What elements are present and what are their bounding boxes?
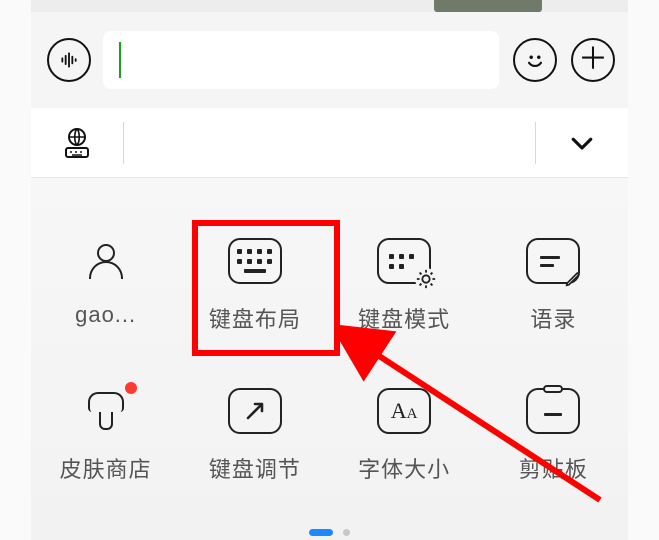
- grid-item-keyboard-layout[interactable]: 键盘布局: [180, 238, 329, 388]
- chevron-down-icon: [567, 128, 597, 158]
- chat-input-bar: ＋: [31, 12, 628, 108]
- grid-item-skin-store[interactable]: 皮肤商店: [31, 388, 180, 538]
- resize-icon: [228, 388, 282, 434]
- note-edit-icon: [526, 238, 580, 284]
- image-bubble: [434, 0, 542, 12]
- grid-item-label: 剪贴板: [519, 452, 588, 484]
- grid-item-account[interactable]: gao...: [31, 238, 180, 388]
- tool-grid: gao... 键盘布局: [31, 178, 628, 538]
- sound-waves-icon: [59, 50, 79, 70]
- smile-icon: [522, 47, 548, 73]
- chat-area-remnant: [31, 0, 628, 12]
- clipboard-icon: [526, 388, 580, 434]
- divider: [123, 122, 124, 164]
- page-indicator: [31, 529, 628, 536]
- grid-item-keyboard-mode[interactable]: 键盘模式: [330, 238, 479, 388]
- input-method-switch-button[interactable]: [31, 108, 123, 178]
- keyboard-toolbar: [31, 108, 628, 178]
- person-icon: [79, 238, 133, 284]
- grid-item-clipboard[interactable]: 剪贴板: [479, 388, 628, 538]
- grid-item-keyboard-adjust[interactable]: 键盘调节: [180, 388, 329, 538]
- keyboard-gear-icon: [377, 238, 431, 284]
- grid-item-quotes[interactable]: 语录: [479, 238, 628, 388]
- grid-item-label: 键盘模式: [358, 302, 450, 334]
- grid-item-label: 键盘调节: [209, 452, 301, 484]
- brush-icon: [79, 388, 133, 434]
- page-dot: [343, 529, 350, 536]
- more-actions-button[interactable]: ＋: [571, 38, 615, 82]
- grid-item-font-size[interactable]: AA 字体大小: [330, 388, 479, 538]
- collapse-toggle-button[interactable]: [536, 108, 628, 178]
- grid-item-label: gao...: [75, 302, 136, 328]
- grid-item-label: 键盘布局: [209, 302, 301, 334]
- grid-item-label: 字体大小: [358, 452, 450, 484]
- plus-icon: ＋: [578, 45, 608, 75]
- message-input[interactable]: [103, 31, 499, 89]
- grid-item-label: 皮肤商店: [60, 452, 152, 484]
- globe-keyboard-icon: [60, 126, 94, 160]
- grid-item-label: 语录: [530, 302, 576, 334]
- keyboard-settings-panel: gao... 键盘布局: [31, 178, 628, 540]
- emoji-button[interactable]: [513, 38, 557, 82]
- keyboard-dots-icon: [228, 238, 282, 284]
- badge-dot: [125, 382, 137, 394]
- page-dot-active: [309, 529, 333, 536]
- text-caret: [119, 42, 121, 78]
- font-size-icon: AA: [377, 388, 431, 434]
- voice-input-button[interactable]: [47, 38, 91, 82]
